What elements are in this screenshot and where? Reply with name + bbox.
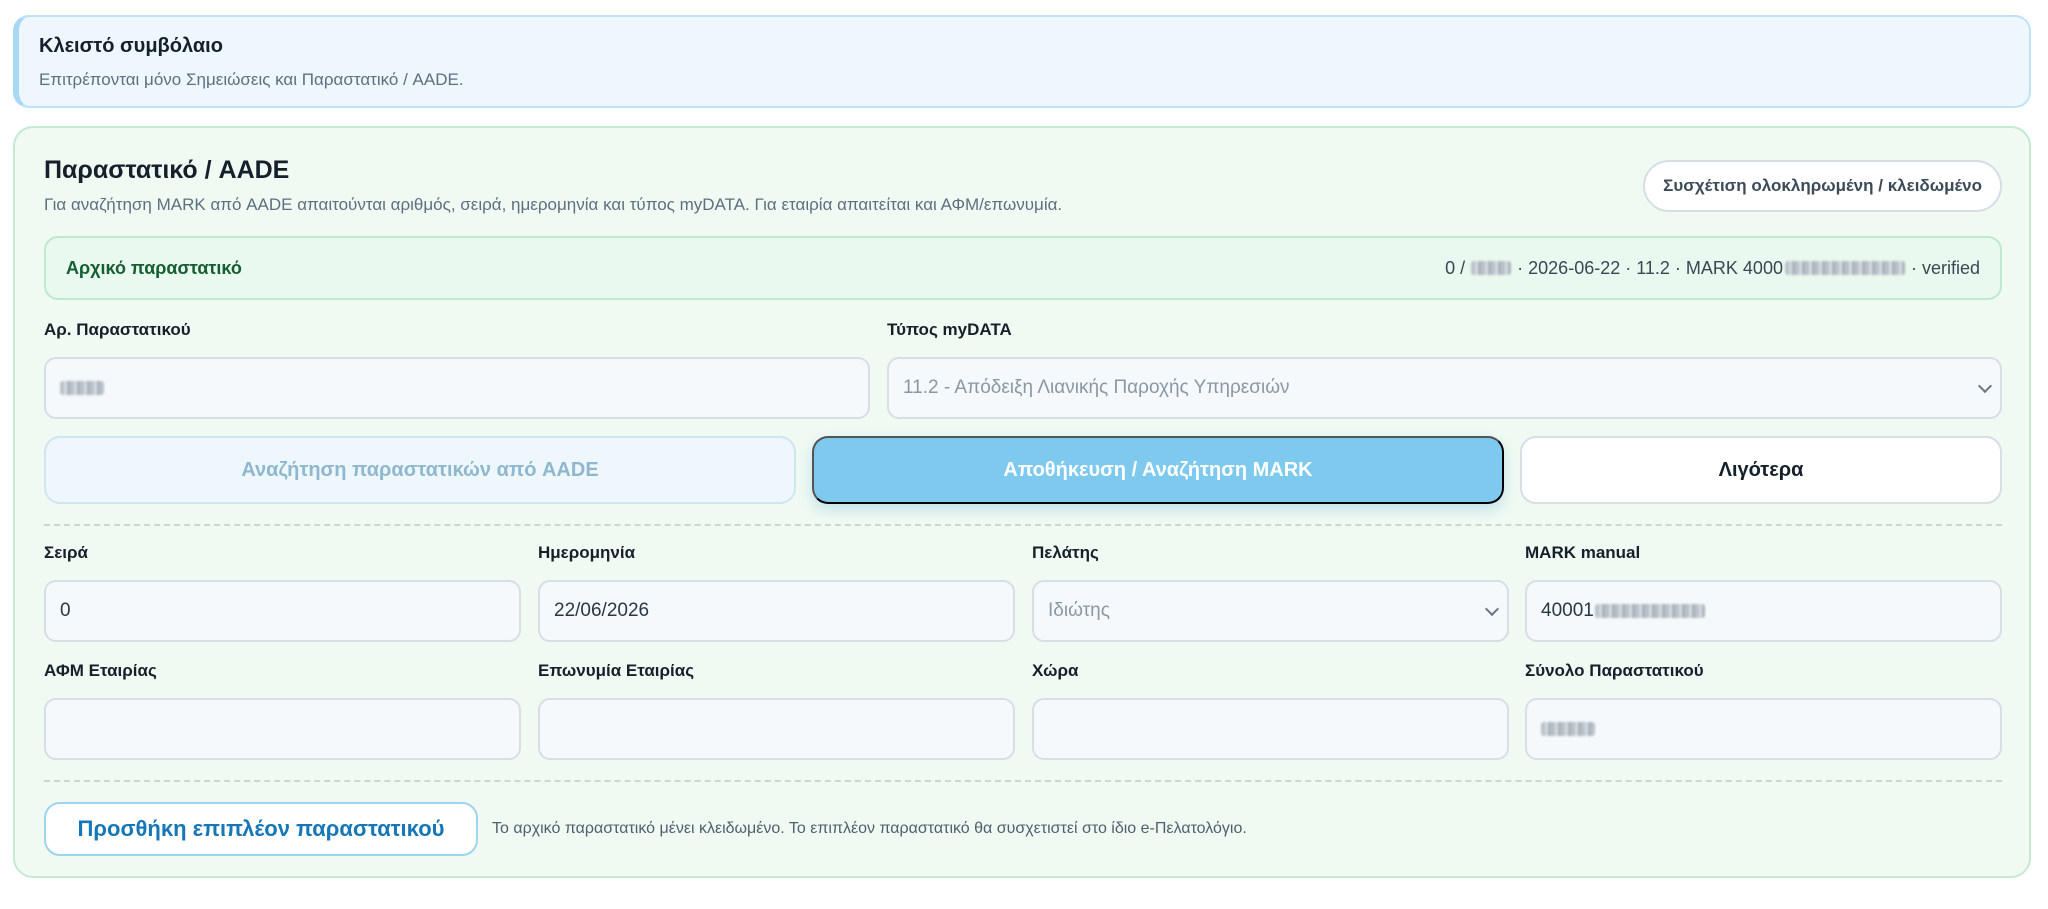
chevron-down-icon: [1977, 378, 1993, 393]
add-document-note: Το αρχικό παραστατικό μένει κλειδωμένο. …: [492, 820, 1247, 837]
mydata-type-label: Τύπος myDATA: [887, 320, 1012, 339]
company-vat-label: ΑΦΜ Εταιρίας: [44, 661, 157, 680]
doc-total-label: Σύνολο Παραστατικού: [1525, 661, 1704, 680]
section-divider: [44, 780, 2002, 782]
redacted-mark-manual: [1594, 604, 1705, 618]
save-search-mark-button[interactable]: Αποθήκευση / Αναζήτηση MARK: [812, 436, 1504, 504]
notice-text: Επιτρέπονται μόνο Σημειώσεις και Παραστα…: [39, 70, 464, 89]
series-input[interactable]: 0: [44, 580, 521, 642]
date-value: 22/06/2026: [554, 600, 650, 621]
mydata-type-value: 11.2 - Απόδειξη Λιανικής Παροχής Υπηρεσι…: [903, 377, 1290, 398]
series-label: Σειρά: [44, 543, 88, 562]
company-name-label: Επωνυμία Εταιρίας: [538, 661, 695, 680]
section-divider: [44, 524, 2002, 526]
original-prefix: 0 /: [1445, 257, 1466, 278]
mydata-type-select[interactable]: 11.2 - Απόδειξη Λιανικής Παροχής Υπηρεσι…: [887, 357, 2002, 419]
redacted-number: [1471, 261, 1512, 275]
notice-title: Κλειστό συμβόλαιο: [39, 35, 223, 57]
date-label: Ημερομηνία: [538, 543, 636, 562]
original-document-box: Αρχικό παραστατικό 0 / · 2026-06-22 · 11…: [44, 236, 2002, 300]
show-less-button[interactable]: Λιγότερα: [1520, 436, 2002, 504]
redacted-mark: [1784, 261, 1905, 275]
mark-manual-input[interactable]: 40001: [1525, 580, 2002, 642]
link-locked-badge[interactable]: Συσχέτιση ολοκληρωμένη / κλειδωμένο: [1643, 160, 2002, 212]
customer-label: Πελάτης: [1032, 543, 1099, 562]
date-input[interactable]: 22/06/2026: [538, 580, 1015, 642]
company-name-input[interactable]: [538, 698, 1015, 760]
doc-number-input[interactable]: [44, 357, 870, 419]
panel-subtitle: Για αναζήτηση MARK από AADE απαιτούνται …: [44, 195, 1063, 214]
closed-contract-notice: Κλειστό συμβόλαιο Επιτρέπονται μόνο Σημε…: [13, 15, 2031, 108]
customer-select[interactable]: Ιδιώτης: [1032, 580, 1509, 642]
country-input[interactable]: [1032, 698, 1509, 760]
country-label: Χώρα: [1032, 661, 1079, 680]
mark-manual-label: MARK manual: [1525, 543, 1641, 562]
customer-value: Ιδιώτης: [1048, 600, 1110, 621]
search-aade-button[interactable]: Αναζήτηση παραστατικών από AADE: [44, 436, 796, 504]
document-aade-panel: Παραστατικό / AADE Για αναζήτηση MARK απ…: [13, 126, 2031, 878]
series-value: 0: [60, 600, 71, 621]
doc-total-input[interactable]: [1525, 698, 2002, 760]
add-document-button[interactable]: Προσθήκη επιπλέον παραστατικού: [44, 802, 478, 856]
redacted-doc-total: [1541, 722, 1595, 736]
original-document-label: Αρχικό παραστατικό: [66, 257, 242, 278]
original-middle: · 2026-06-22 · 11.2 · MARK 4000: [1517, 257, 1783, 278]
panel-title: Παραστατικό / AADE: [44, 156, 290, 184]
company-vat-input[interactable]: [44, 698, 521, 760]
mark-manual-value: 40001: [1541, 600, 1594, 621]
doc-number-label: Αρ. Παραστατικού: [44, 320, 191, 339]
redacted-doc-number: [60, 381, 104, 395]
original-document-meta: 0 / · 2026-06-22 · 11.2 · MARK 4000 · ve…: [1445, 258, 1980, 279]
chevron-down-icon: [1484, 601, 1500, 616]
original-suffix: · verified: [1910, 257, 1980, 278]
